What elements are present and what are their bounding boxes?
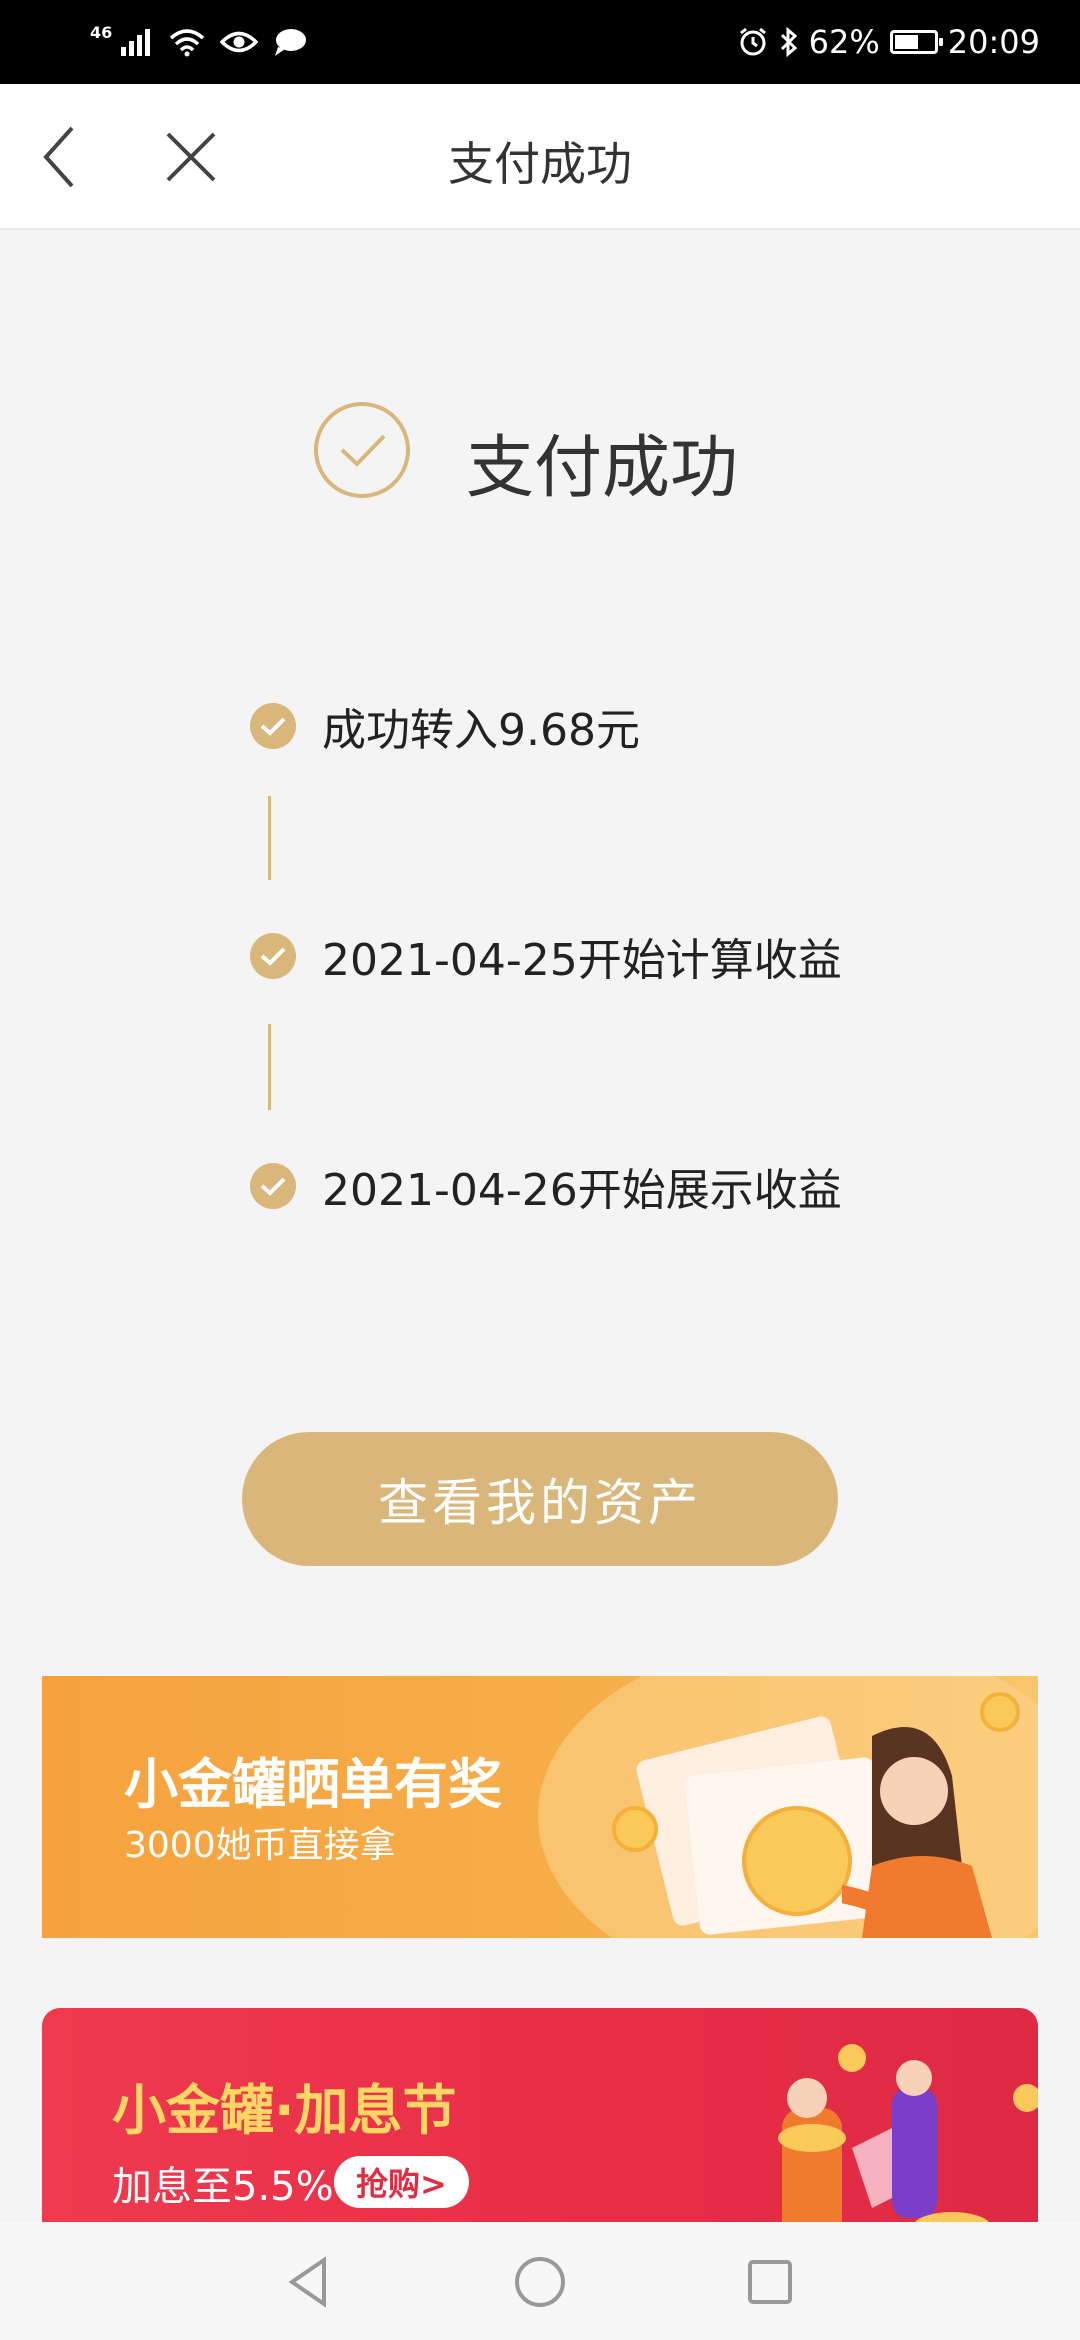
coin-icon	[612, 1806, 658, 1852]
nav-bar: 支付成功	[0, 84, 1080, 230]
bluetooth-icon	[780, 26, 797, 58]
status-bar: 46 62% 20:09	[0, 0, 1080, 84]
status-right: 62% 20:09	[737, 18, 1040, 66]
coin-icon	[742, 1806, 852, 1916]
view-assets-button[interactable]: 查看我的资产	[242, 1432, 838, 1566]
nav-title: 支付成功	[448, 137, 632, 191]
network-type: 46	[90, 22, 113, 42]
banner-subtitle: 3000她币直接拿	[124, 1825, 396, 1866]
timeline-step: 2021-04-26开始展示收益	[250, 1156, 842, 1216]
signal-icon	[121, 29, 151, 56]
timeline-connector	[268, 796, 271, 880]
timeline-label: 2021-04-26开始展示收益	[322, 1165, 842, 1216]
timeline-step: 成功转入9.68元	[250, 696, 640, 756]
timeline-connector	[268, 1024, 271, 1110]
recents-square-icon[interactable]	[740, 2252, 800, 2312]
banner-title: 小金罐·加息节	[112, 2079, 457, 2142]
message-icon	[275, 29, 307, 56]
buy-now-badge[interactable]: 抢购>	[334, 2156, 469, 2208]
timeline-step: 2021-04-25开始计算收益	[250, 926, 842, 986]
check-icon	[250, 933, 296, 979]
wifi-icon	[170, 29, 205, 57]
eye-icon	[220, 31, 259, 53]
home-circle-icon[interactable]	[510, 2252, 570, 2312]
banner-title: 小金罐晒单有奖	[124, 1753, 502, 1816]
woman-illustration	[842, 1727, 992, 1938]
battery-percent: 62%	[808, 23, 880, 61]
check-circle-icon	[314, 402, 410, 498]
promo-banner-share[interactable]: 小金罐晒单有奖 3000她币直接拿	[42, 1676, 1038, 1938]
timeline-label: 成功转入9.68元	[322, 705, 640, 756]
alarm-icon	[739, 27, 766, 56]
timeline-label: 2021-04-25开始计算收益	[322, 935, 842, 986]
system-nav-bar	[0, 2222, 1080, 2340]
check-icon	[250, 703, 296, 749]
success-title: 支付成功	[466, 429, 739, 508]
check-icon	[250, 1163, 296, 1209]
nav-back-triangle-icon[interactable]	[280, 2252, 340, 2312]
battery-icon	[889, 30, 943, 54]
status-left: 46	[90, 18, 308, 66]
banner-subtitle: 加息至5.5%	[112, 2164, 334, 2210]
battery-level	[894, 35, 919, 49]
clock: 20:09	[947, 23, 1040, 61]
